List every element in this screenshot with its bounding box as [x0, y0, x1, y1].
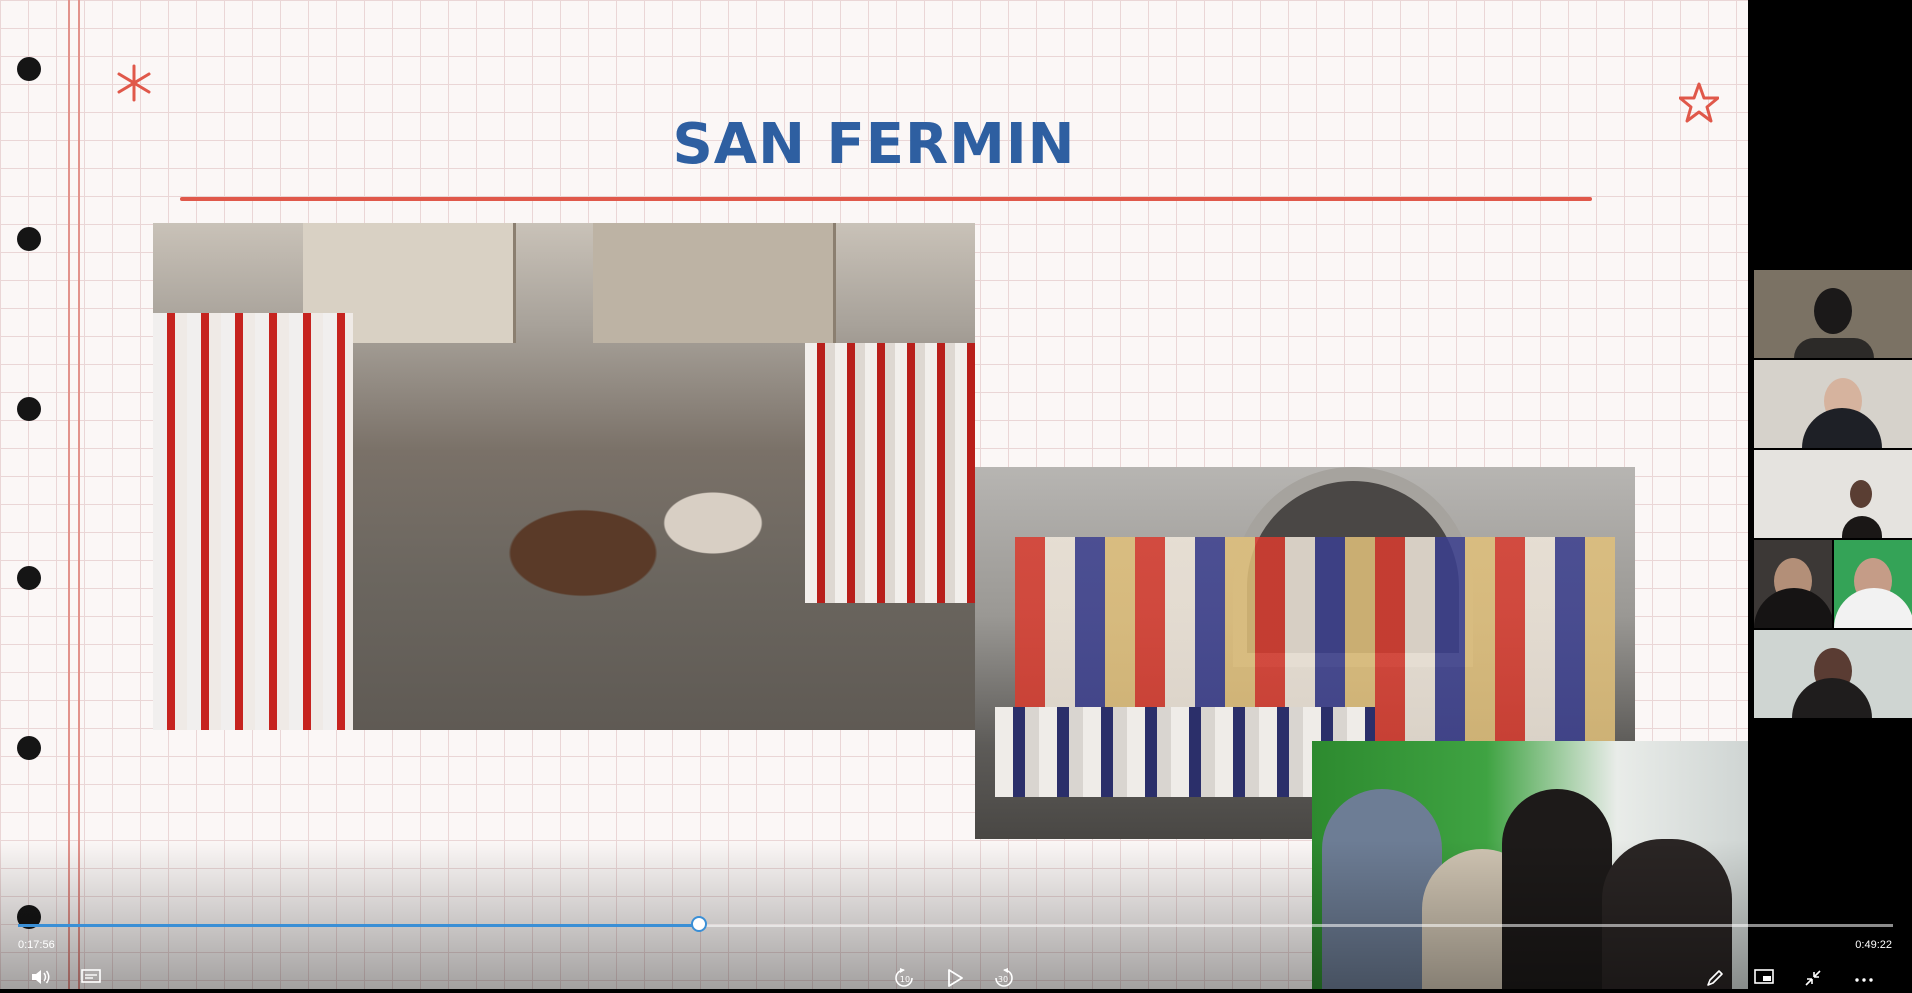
asterisk-doodle-icon: [117, 64, 151, 102]
play-icon[interactable]: [946, 968, 964, 993]
participant-6[interactable]: [1754, 630, 1912, 718]
binder-hole: [17, 736, 41, 760]
slide-title: SAN FERMIN: [672, 112, 1076, 177]
participant-3[interactable]: [1754, 450, 1912, 538]
seek-bar[interactable]: [18, 916, 1893, 932]
binder-hole: [17, 397, 41, 421]
rewind-10-icon[interactable]: 10: [892, 968, 918, 993]
total-time: 0:49:22: [1855, 939, 1892, 951]
current-time: 0:17:56: [18, 939, 55, 951]
participant-4[interactable]: [1754, 540, 1832, 628]
picture-in-picture-icon[interactable]: [1753, 968, 1775, 991]
presenter-webcam: [1312, 741, 1748, 989]
participant-1[interactable]: [1754, 270, 1912, 358]
minimize-icon[interactable]: [1803, 968, 1823, 993]
title-underline: [180, 197, 1592, 201]
svg-text:10: 10: [900, 975, 910, 984]
volume-icon[interactable]: [30, 968, 52, 991]
svg-text:30: 30: [998, 975, 1008, 984]
running-of-the-bulls-photo: [153, 223, 975, 730]
presentation-slide: SAN FERMIN: [0, 0, 1748, 989]
more-options-icon[interactable]: [1853, 968, 1875, 991]
binder-hole: [17, 57, 41, 81]
binder-hole: [17, 227, 41, 251]
participant-2[interactable]: [1754, 360, 1912, 448]
captions-icon[interactable]: [80, 968, 102, 991]
binder-hole: [17, 566, 41, 590]
participant-5[interactable]: [1834, 540, 1912, 628]
pen-icon[interactable]: [1705, 968, 1725, 993]
forward-30-icon[interactable]: 30: [990, 968, 1016, 993]
seek-bar-thumb[interactable]: [690, 916, 707, 932]
seek-bar-fill: [18, 924, 699, 927]
